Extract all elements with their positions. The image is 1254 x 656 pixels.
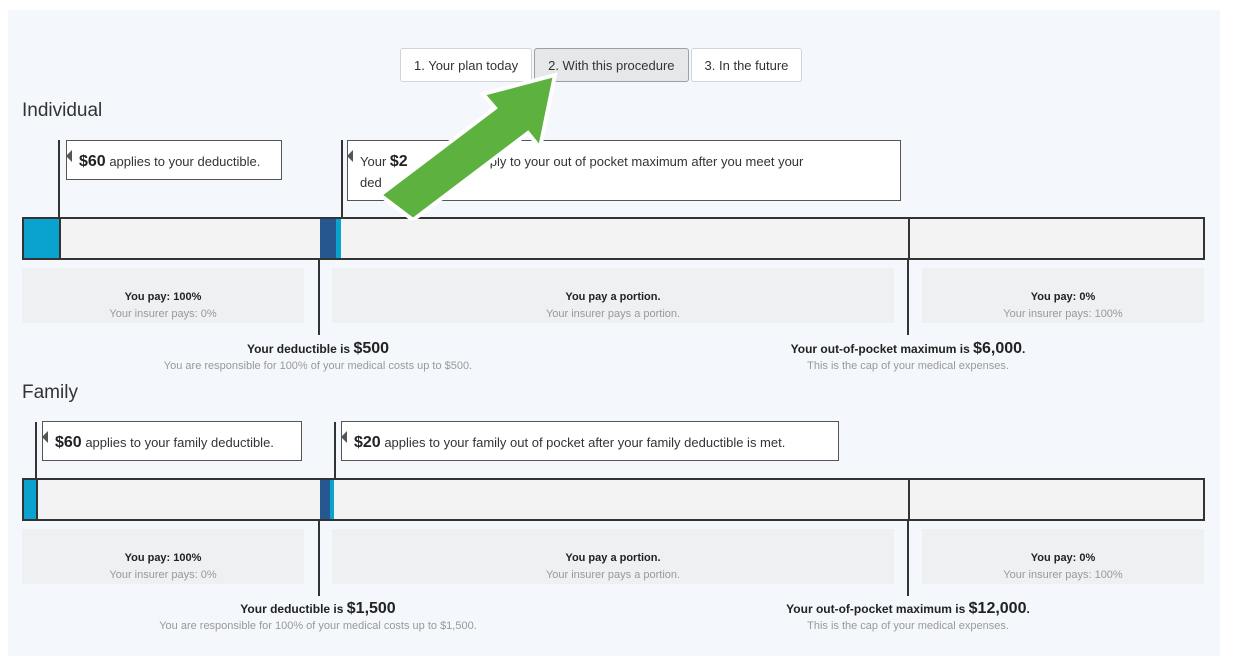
zone-insurer-pays: Your insurer pays: 100% [1003,569,1123,581]
zone-insurer-pays: Your insurer pays: 100% [1003,308,1123,320]
individual-oop-max-line [907,258,909,335]
oop-amount: $12,000 [968,600,1027,617]
family-zone-coinsurance: You pay a portion. Your insurer pays a p… [332,529,894,584]
callout-text: applies to your deductible. [105,154,261,169]
individual-deductible-callout-pointer [58,140,60,218]
individual-deductible-label: Your deductible is $500 You are responsi… [118,340,518,374]
zone-you-pay: You pay a portion. [565,291,661,303]
family-oop-fill [330,480,334,519]
family-deductible-marker [318,519,320,596]
zone-you-pay: You pay: 0% [1030,552,1096,564]
callout-amount: $60 [79,153,106,170]
family-title: Family [22,382,78,403]
individual-deductible-fill [24,219,59,258]
family-deductible-callout-pointer [35,422,37,478]
family-zone-deductible: You pay: 100% Your insurer pays: 0% [22,529,304,584]
zone-you-pay: You pay: 100% [124,552,202,564]
callout-text: applies to your family deductible. [81,435,274,450]
deductible-description: You are responsible for 100% of your med… [159,620,477,632]
zone-insurer-pays: Your insurer pays a portion. [545,308,681,320]
family-oop-label: Your out-of-pocket maximum is $12,000. T… [708,600,1108,634]
zone-insurer-pays: Your insurer pays: 0% [109,569,217,581]
deductible-amount: $1,500 [346,600,396,617]
oop-description: This is the cap of your medical expenses… [807,620,1009,632]
individual-oop-fill [336,219,341,258]
individual-deductible-callout: $60 applies to your deductible. [66,140,282,180]
individual-title: Individual [22,100,103,121]
deductible-description: You are responsible for 100% of your med… [163,360,473,372]
zone-insurer-pays: Your insurer pays a portion. [545,569,681,581]
zone-you-pay: You pay: 100% [124,291,202,303]
individual-deductible-marker [318,258,320,335]
callout-text-continued: ded [360,175,382,190]
family-oop-max-line [907,519,909,596]
zone-you-pay: You pay: 0% [1030,291,1096,303]
zone-insurer-pays: Your insurer pays: 0% [109,308,217,320]
family-deductible-label: Your deductible is $1,500 You are respon… [118,600,518,634]
individual-oop-max-marker [908,219,910,258]
green-arrow-icon [380,72,558,220]
individual-zone-coinsurance: You pay a portion. Your insurer pays a p… [332,268,894,323]
individual-zone-covered: You pay: 0% Your insurer pays: 100% [922,268,1204,323]
family-oop-callout-pointer [334,422,336,478]
family-oop-callout: $20 applies to your family out of pocket… [341,421,839,461]
family-oop-start-fill [320,480,330,519]
tab-in-future[interactable]: 3. In the future [690,48,803,82]
individual-oop-start-fill [320,219,336,258]
family-deductible-fill [24,480,36,519]
oop-amount: $6,000 [973,340,1023,357]
individual-zone-deductible: You pay: 100% Your insurer pays: 0% [22,268,304,323]
family-cost-bar [22,478,1205,521]
callout-text: applies to your family out of pocket aft… [380,435,786,450]
individual-oop-label: Your out-of-pocket maximum is $6,000. Th… [708,340,1108,374]
individual-cost-bar [22,217,1205,260]
family-zone-covered: You pay: 0% Your insurer pays: 100% [922,529,1204,584]
zone-you-pay: You pay a portion. [565,552,661,564]
oop-description: This is the cap of your medical expenses… [807,360,1009,372]
deductible-amount: $500 [353,340,390,357]
family-deductible-callout: $60 applies to your family deductible. [42,421,302,461]
callout-amount: $60 [55,434,82,451]
individual-oop-callout-pointer [341,140,343,218]
family-oop-max-marker [908,480,910,519]
callout-amount: $20 [354,434,381,451]
